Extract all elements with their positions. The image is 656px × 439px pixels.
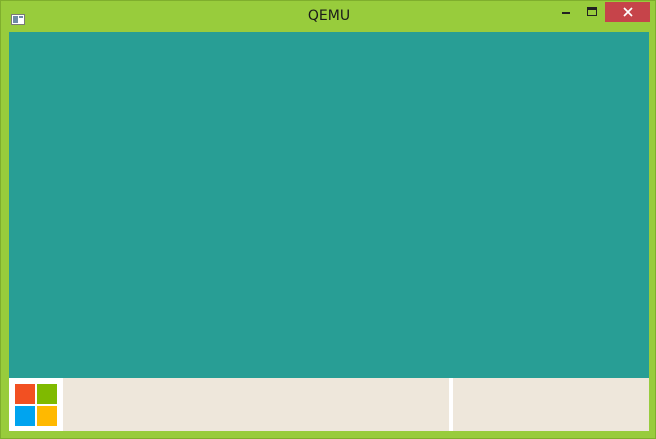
windows-logo-icon — [15, 384, 57, 426]
minimize-button[interactable] — [553, 2, 579, 22]
close-icon — [622, 7, 633, 17]
maximize-button[interactable] — [579, 2, 605, 22]
start-button[interactable] — [9, 378, 63, 431]
qemu-window: QEMU — [0, 0, 656, 439]
guest-desktop[interactable] — [9, 32, 649, 378]
minimize-icon — [561, 7, 571, 17]
system-tray-area[interactable] — [453, 378, 649, 431]
maximize-icon — [587, 7, 597, 17]
taskbar[interactable] — [9, 378, 649, 431]
close-button[interactable] — [605, 2, 650, 22]
title-bar[interactable]: QEMU — [1, 1, 656, 31]
